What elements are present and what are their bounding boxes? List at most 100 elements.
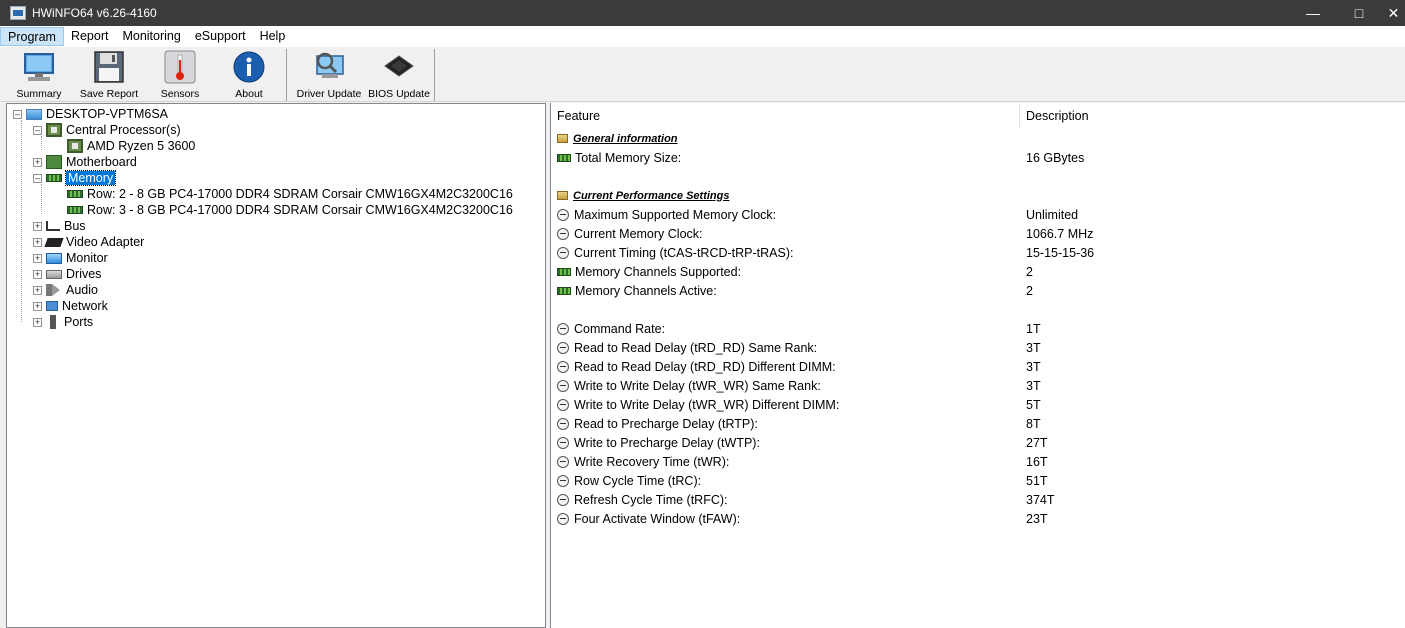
monitor-icon xyxy=(46,252,62,264)
cpu-icon xyxy=(46,123,62,137)
tree-item-ports[interactable]: + Ports xyxy=(33,314,93,330)
expand-toggle[interactable]: + xyxy=(33,301,42,311)
memory-icon xyxy=(67,206,83,214)
tree-item-cpu-model[interactable]: AMD Ryzen 5 3600 xyxy=(67,138,195,154)
menu-esupport[interactable]: eSupport xyxy=(188,27,253,46)
tree-item-memory-row2[interactable]: Row: 2 - 8 GB PC4-17000 DDR4 SDRAM Corsa… xyxy=(67,186,513,202)
expand-toggle[interactable]: + xyxy=(33,285,42,295)
toolbar: Summary Save Report Sensors About Driver… xyxy=(0,47,1405,102)
memory-icon xyxy=(46,174,62,182)
computer-icon xyxy=(26,108,42,120)
tree-item-bus[interactable]: + Bus xyxy=(33,218,86,234)
clock-icon xyxy=(557,246,569,259)
column-header-description[interactable]: Description xyxy=(1020,103,1405,129)
details-list[interactable]: Feature Description General information … xyxy=(550,103,1405,628)
memory-icon xyxy=(67,190,83,198)
list-item[interactable]: Write to Write Delay (tWR_WR) Different … xyxy=(551,395,1405,414)
thermometer-icon xyxy=(163,50,197,84)
clock-icon xyxy=(557,208,569,221)
menu-monitoring[interactable]: Monitoring xyxy=(115,27,187,46)
list-item[interactable]: Current Timing (tCAS-tRCD-tRP-tRAS): 15-1… xyxy=(551,243,1405,262)
list-item[interactable]: Maximum Supported Memory Clock: Unlimited xyxy=(551,205,1405,224)
list-item[interactable]: Write Recovery Time (tWR): 16T xyxy=(551,452,1405,471)
list-item[interactable]: Read to Precharge Delay (tRTP): 8T xyxy=(551,414,1405,433)
info-icon xyxy=(232,50,266,84)
clock-icon xyxy=(557,398,569,411)
tree-item-memory[interactable]: – Memory xyxy=(33,170,117,186)
minimize-button[interactable]: — xyxy=(1290,0,1336,26)
list-item[interactable]: Write to Precharge Delay (tWTP): 27T xyxy=(551,433,1405,452)
bios-update-button[interactable]: BIOS Update xyxy=(367,50,431,100)
clock-icon xyxy=(557,322,569,335)
expand-toggle[interactable]: + xyxy=(33,221,42,231)
clock-icon xyxy=(557,341,569,354)
floppy-disk-icon xyxy=(92,50,126,84)
chip-icon xyxy=(382,50,416,84)
menu-bar: Program Report Monitoring eSupport Help xyxy=(0,26,1405,47)
tree-item-audio[interactable]: + Audio xyxy=(33,282,98,298)
menu-help[interactable]: Help xyxy=(253,27,293,46)
tree-item-root[interactable]: – DESKTOP-VPTM6SA xyxy=(13,106,168,122)
collapse-toggle[interactable]: – xyxy=(13,109,22,119)
maximize-button[interactable]: □ xyxy=(1336,0,1382,26)
driver-update-button[interactable]: Driver Update xyxy=(295,50,363,100)
tree-item-motherboard[interactable]: + Motherboard xyxy=(33,154,137,170)
tree-item-drives[interactable]: + Drives xyxy=(33,266,101,282)
network-icon xyxy=(46,301,58,311)
tree-item-monitor[interactable]: + Monitor xyxy=(33,250,108,266)
monitor-icon xyxy=(22,50,56,84)
save-report-button[interactable]: Save Report xyxy=(79,50,139,100)
cpu-icon xyxy=(67,139,83,153)
list-item[interactable]: Four Activate Window (tFAW): 23T xyxy=(551,509,1405,528)
expand-toggle[interactable]: + xyxy=(33,237,42,247)
video-card-icon xyxy=(44,237,64,247)
list-item[interactable]: Read to Read Delay (tRD_RD) Same Rank: 3T xyxy=(551,338,1405,357)
collapse-toggle[interactable]: – xyxy=(33,125,42,135)
list-item[interactable]: Row Cycle Time (tRC): 51T xyxy=(551,471,1405,490)
list-item[interactable]: Write to Write Delay (tWR_WR) Same Rank:… xyxy=(551,376,1405,395)
column-header-feature[interactable]: Feature xyxy=(551,103,1020,129)
clock-icon xyxy=(557,360,569,373)
tree-item-network[interactable]: + Network xyxy=(33,298,108,314)
sensors-button[interactable]: Sensors xyxy=(160,50,200,100)
summary-button[interactable]: Summary xyxy=(16,50,62,100)
menu-program[interactable]: Program xyxy=(0,27,64,46)
close-button[interactable]: ✕ xyxy=(1382,0,1405,26)
speaker-icon xyxy=(46,284,62,296)
about-button[interactable]: About xyxy=(230,50,268,100)
expand-toggle[interactable]: + xyxy=(33,269,42,279)
tree-item-video-adapter[interactable]: + Video Adapter xyxy=(33,234,144,250)
list-item[interactable]: Memory Channels Supported: 2 xyxy=(551,262,1405,281)
clock-icon xyxy=(557,379,569,392)
list-item[interactable]: Refresh Cycle Time (tRFC): 374T xyxy=(551,490,1405,509)
bus-icon xyxy=(46,221,60,231)
clock-icon xyxy=(557,436,569,449)
device-tree[interactable]: – DESKTOP-VPTM6SA – Central Processor(s)… xyxy=(6,103,546,628)
menu-report[interactable]: Report xyxy=(64,27,116,46)
section-row-performance[interactable]: Current Performance Settings xyxy=(551,186,1405,205)
clock-icon xyxy=(557,455,569,468)
list-item[interactable]: Total Memory Size: 16 GBytes xyxy=(551,148,1405,167)
tree-item-memory-row3[interactable]: Row: 3 - 8 GB PC4-17000 DDR4 SDRAM Corsa… xyxy=(67,202,513,218)
drive-icon xyxy=(46,269,62,279)
list-item[interactable]: Read to Read Delay (tRD_RD) Different DI… xyxy=(551,357,1405,376)
clock-icon xyxy=(557,493,569,506)
list-item[interactable]: Current Memory Clock: 1066.7 MHz xyxy=(551,224,1405,243)
section-row-general[interactable]: General information xyxy=(551,129,1405,148)
memory-icon xyxy=(557,153,571,162)
expand-toggle[interactable]: + xyxy=(33,253,42,263)
expand-toggle[interactable]: + xyxy=(33,157,42,167)
section-book-icon xyxy=(557,191,568,200)
magnifier-monitor-icon xyxy=(312,50,346,84)
collapse-toggle[interactable]: – xyxy=(33,173,42,183)
app-icon xyxy=(10,6,26,20)
title-bar: HWiNFO64 v6.26-4160 — □ ✕ xyxy=(0,0,1405,26)
motherboard-icon xyxy=(46,155,62,169)
tree-item-cpu[interactable]: – Central Processor(s) xyxy=(33,122,181,138)
list-item[interactable]: Memory Channels Active: 2 xyxy=(551,281,1405,300)
clock-icon xyxy=(557,474,569,487)
expand-toggle[interactable]: + xyxy=(33,317,42,327)
section-book-icon xyxy=(557,134,568,143)
list-item[interactable]: Command Rate: 1T xyxy=(551,319,1405,338)
usb-port-icon xyxy=(50,315,56,329)
